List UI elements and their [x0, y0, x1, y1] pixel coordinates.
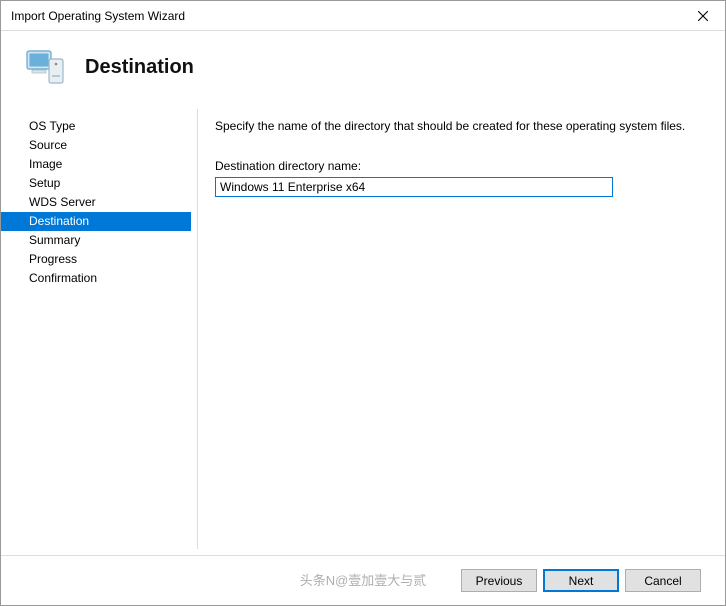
next-button[interactable]: Next	[543, 569, 619, 592]
instruction-text: Specify the name of the directory that s…	[215, 119, 697, 133]
wizard-main-panel: Specify the name of the directory that s…	[191, 109, 725, 549]
close-icon	[698, 11, 708, 21]
sidebar-item-progress[interactable]: Progress	[1, 250, 191, 269]
sidebar-item-confirmation[interactable]: Confirmation	[1, 269, 191, 288]
sidebar-item-os-type[interactable]: OS Type	[1, 117, 191, 136]
cancel-button[interactable]: Cancel	[625, 569, 701, 592]
wizard-header: Destination	[1, 31, 725, 109]
sidebar-item-summary[interactable]: Summary	[1, 231, 191, 250]
sidebar-item-image[interactable]: Image	[1, 155, 191, 174]
destination-name-label: Destination directory name:	[215, 159, 697, 173]
titlebar: Import Operating System Wizard	[1, 1, 725, 31]
watermark-text: 头条N@壹加壹大与贰	[300, 570, 427, 589]
destination-name-input[interactable]	[215, 177, 613, 197]
window-title: Import Operating System Wizard	[11, 9, 185, 23]
previous-button[interactable]: Previous	[461, 569, 537, 592]
vertical-divider	[197, 109, 198, 549]
sidebar-item-wds-server[interactable]: WDS Server	[1, 193, 191, 212]
page-title: Destination	[85, 56, 194, 79]
sidebar-item-source[interactable]: Source	[1, 136, 191, 155]
wizard-footer: 头条N@壹加壹大与贰 Previous Next Cancel	[1, 555, 725, 605]
close-button[interactable]	[680, 1, 725, 30]
sidebar-item-setup[interactable]: Setup	[1, 174, 191, 193]
computer-icon	[23, 45, 67, 89]
sidebar-item-destination[interactable]: Destination	[1, 212, 191, 231]
wizard-steps-sidebar: OS Type Source Image Setup WDS Server De…	[1, 109, 191, 549]
